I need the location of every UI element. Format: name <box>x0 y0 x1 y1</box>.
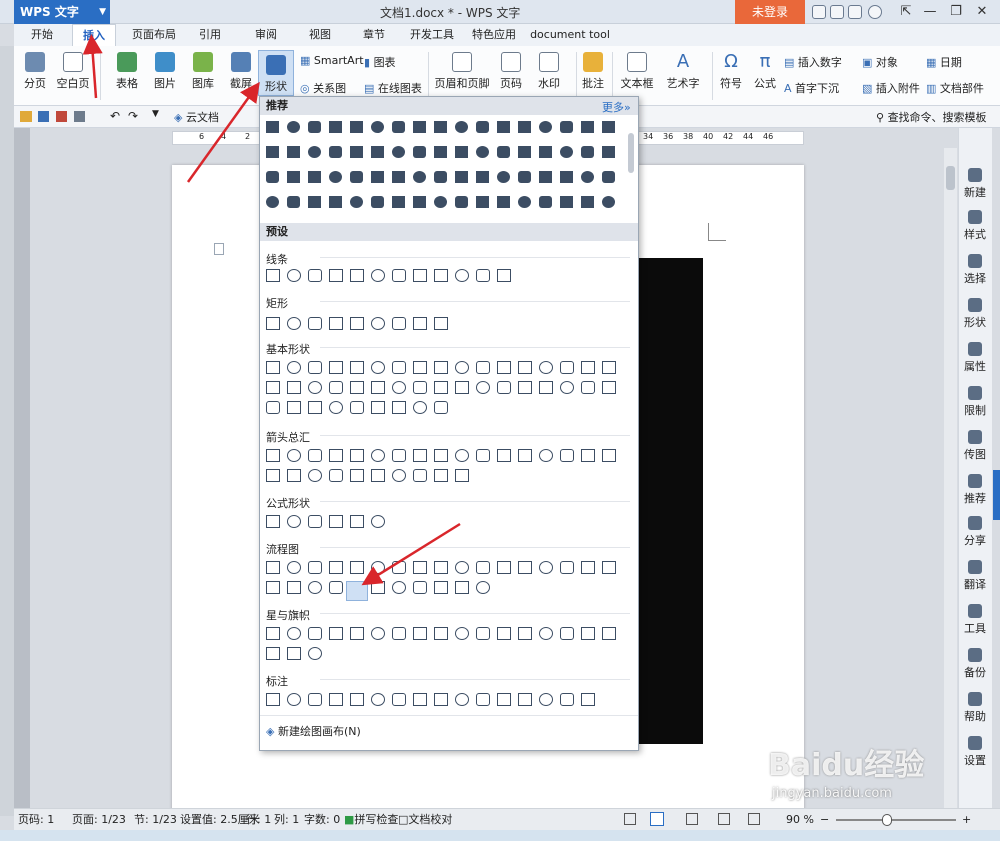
spell-check-toggle[interactable]: ■拼写检查 <box>344 809 398 831</box>
arrow-to-shape-button <box>186 81 260 183</box>
zoom-slider-thumb[interactable] <box>882 814 892 826</box>
status-col: 列: 1 <box>274 813 300 826</box>
page-view-icon[interactable] <box>650 812 664 826</box>
arrow-to-insert-tab <box>82 34 103 99</box>
fit-page-icon[interactable] <box>624 813 636 825</box>
outline-view-icon[interactable] <box>686 813 698 825</box>
zoom-out-icon[interactable]: − <box>820 809 829 831</box>
zoom-in-icon[interactable]: + <box>962 809 971 831</box>
os-taskbar <box>0 830 1000 841</box>
read-view-icon[interactable] <box>748 813 760 825</box>
proofread-toggle[interactable]: □文档校对 <box>398 809 452 831</box>
zoom-level[interactable]: 90 % <box>786 809 814 831</box>
web-view-icon[interactable] <box>718 813 730 825</box>
status-pages: 页面: 1/23 <box>72 813 126 826</box>
status-section: 节: 1/23 <box>134 813 177 826</box>
status-row: 行: 1 <box>246 813 272 826</box>
status-page-code: 页码: 1 <box>18 813 55 826</box>
status-bar: 页码: 1 页面: 1/23 节: 1/23 设置值: 2.5厘米 行: 1 列… <box>14 808 1000 830</box>
check-icon: ■ <box>344 813 355 826</box>
zoom-slider[interactable] <box>836 819 956 821</box>
proof-icon: □ <box>398 813 409 826</box>
baidu-watermark-logo: Baidu经验 <box>768 748 925 783</box>
baidu-watermark-url: jingyan.baidu.com <box>772 786 892 801</box>
annotation-arrows <box>82 34 461 586</box>
status-words: 字数: 0 <box>304 813 341 826</box>
arrow-to-flowchart-shape <box>361 522 461 586</box>
